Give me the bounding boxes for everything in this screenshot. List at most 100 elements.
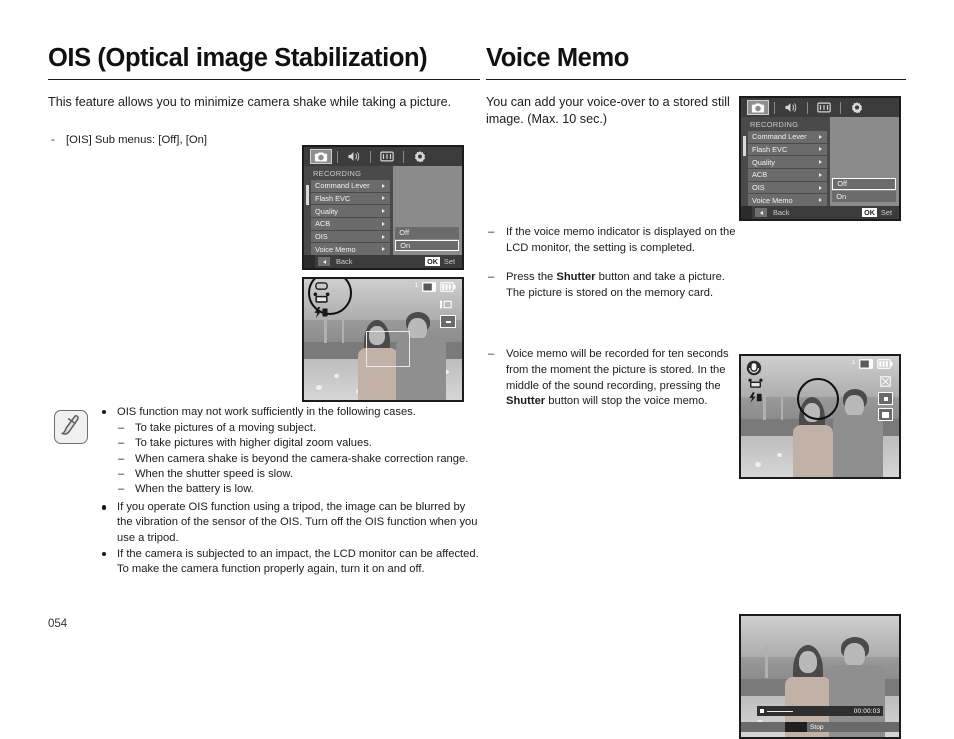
tab-sound-icon-right[interactable] — [780, 100, 802, 115]
voice-memo-bullet-3-post: button will stop the voice memo. — [545, 395, 708, 408]
voice-memo-bullet-2-pre: Press the — [506, 271, 557, 284]
page-title-ois: OIS (Optical image Stabilization) — [48, 44, 428, 72]
man-face — [845, 395, 864, 417]
voice-memo-recording-screenshot: 00:00:03 Stop — [739, 614, 901, 739]
tab-display-icon-right[interactable] — [813, 100, 835, 115]
note-bullet-3-text: If the camera is subjected to an impact,… — [117, 547, 479, 576]
chevron-right-icon — [382, 196, 386, 201]
menu-item-ois-left[interactable]: OIS — [311, 230, 391, 243]
bullet-dash: – — [488, 226, 495, 238]
menu-item-ois-right[interactable]: OIS — [748, 181, 828, 194]
menu-item-quality-right[interactable]: Quality — [748, 156, 828, 168]
menu-item-voice-memo-right[interactable]: Voice Memo — [748, 194, 828, 207]
chevron-right-icon — [819, 172, 823, 177]
menu-item-label: Flash EVC — [752, 144, 788, 154]
chevron-right-icon — [819, 134, 823, 139]
man-face — [844, 643, 865, 667]
menu-item-voice-memo-left[interactable]: Voice Memo — [311, 243, 391, 256]
stop-button-block[interactable] — [785, 722, 807, 733]
tab-settings-icon-left[interactable] — [409, 149, 431, 164]
voice-memo-bullet-1-text: If the voice memo indicator is displayed… — [506, 226, 736, 254]
submenu-text: [OIS] Sub menus: [Off], [On] — [66, 133, 208, 146]
submenu-option-on-left[interactable]: On — [395, 239, 459, 252]
ok-button-right[interactable]: OK — [862, 208, 877, 217]
chevron-right-icon — [382, 247, 386, 252]
voice-memo-bullet-3-bold: Shutter — [506, 395, 546, 408]
tab-camera-icon-left[interactable] — [310, 149, 332, 164]
title-rule-right — [486, 79, 906, 81]
ok-button-left[interactable]: OK — [425, 257, 440, 266]
tab-display-icon-left[interactable] — [376, 149, 398, 164]
note-bullet-2: If you operate OIS function using a trip… — [100, 500, 480, 546]
note-bullet-1: OIS function may not work sufficiently i… — [100, 405, 480, 420]
tab-separator-2-left — [370, 150, 371, 163]
menu-submenu-panel-left: Off On — [393, 166, 462, 268]
submenu-option-on-right[interactable]: On — [832, 190, 896, 203]
osd-flash-icon — [313, 307, 329, 320]
stop-button-label: Stop — [810, 723, 824, 731]
osd-battery-icon — [440, 282, 456, 294]
voice-memo-bullet-list: – If the voice memo indicator is display… — [486, 225, 736, 410]
submenu-option-off-right[interactable]: Off — [832, 178, 896, 190]
footer-block-left — [304, 255, 315, 268]
osd-memory-card-icon — [859, 359, 873, 371]
osd-image-size-icon — [878, 408, 893, 421]
tab-separator-3-right — [840, 101, 841, 114]
note-bullet-3: If the camera is subjected to an impact,… — [100, 547, 480, 577]
tab-camera-icon-right[interactable] — [747, 100, 769, 115]
osd-hand-shake-icon — [440, 299, 454, 312]
tab-sound-icon-left[interactable] — [343, 149, 365, 164]
note-pencil-icon — [54, 410, 88, 444]
note-bullet-2-text: If you operate OIS function using a trip… — [117, 501, 478, 544]
ois-note-block: OIS function may not work sufficiently i… — [48, 405, 480, 578]
subbullet-dash: – — [118, 452, 125, 465]
chevron-right-icon — [382, 183, 386, 188]
menu-item-command-lever-left[interactable]: Command Lever — [311, 180, 391, 192]
back-button-icon-right[interactable] — [755, 208, 767, 217]
af-focus-box — [366, 331, 410, 367]
menu-tabbar-right — [741, 98, 899, 117]
menu-item-label: Voice Memo — [315, 244, 356, 254]
man-face — [408, 318, 427, 340]
menu-item-acb-right[interactable]: ACB — [748, 169, 828, 181]
photo-flower — [316, 385, 322, 390]
note-subbullet-3: – When camera shake is beyond the camera… — [100, 452, 480, 467]
ois-intro-text: This feature allows you to minimize came… — [48, 95, 452, 110]
menu-item-command-lever-right[interactable]: Command Lever — [748, 131, 828, 143]
menu-tabbar-left — [304, 147, 462, 166]
tab-separator-1-right — [774, 101, 775, 114]
photo-flower — [334, 374, 339, 378]
photo-pole-2 — [342, 319, 344, 343]
back-button-icon-left[interactable] — [318, 257, 330, 266]
subbullet-dash: – — [118, 437, 125, 450]
note-subbullet-5: – When the battery is low. — [100, 482, 480, 497]
progress-line — [766, 710, 793, 713]
voice-memo-bullet-2-bold: Shutter — [556, 271, 596, 284]
footer-back-label-right: Back — [773, 208, 790, 217]
note-subbullet-5-text: When the battery is low. — [135, 483, 254, 496]
menu-item-acb-left[interactable]: ACB — [311, 218, 391, 230]
ois-preview-screenshot: 1 — [302, 277, 464, 402]
chevron-right-icon — [819, 147, 823, 152]
submenu-option-off-left[interactable]: Off — [395, 227, 459, 239]
voice-memo-bullet-3: – Voice memo will be recorded for ten se… — [486, 347, 736, 409]
menu-body-right: RECORDING Command Lever Flash EVC Qualit… — [741, 117, 899, 219]
menu-item-label: ACB — [315, 219, 331, 229]
tab-separator-1-left — [337, 150, 338, 163]
menu-item-label: OIS — [315, 232, 328, 242]
menu-item-quality-left[interactable]: Quality — [311, 205, 391, 217]
bullet-dot — [102, 505, 107, 510]
chevron-right-icon — [382, 209, 386, 214]
menu-item-label: Voice Memo — [752, 195, 793, 205]
voice-memo-preview-screenshot: 1 — [739, 354, 901, 479]
chevron-right-icon — [819, 198, 823, 203]
tab-settings-icon-right[interactable] — [846, 100, 868, 115]
note-bullet-list: OIS function may not work sufficiently i… — [100, 405, 480, 577]
menu-item-flash-evc-left[interactable]: Flash EVC — [311, 192, 391, 205]
footer-set-label-left: Set — [443, 257, 455, 266]
osd-flash-icon — [748, 392, 763, 405]
menu-item-flash-evc-right[interactable]: Flash EVC — [748, 143, 828, 156]
menu-body-left: RECORDING Command Lever Flash EVC Qualit… — [304, 166, 462, 268]
voice-memo-bullet-2: – Press the Shutter button and take a pi… — [486, 270, 736, 301]
voice-memo-highlight-circle — [797, 378, 839, 420]
